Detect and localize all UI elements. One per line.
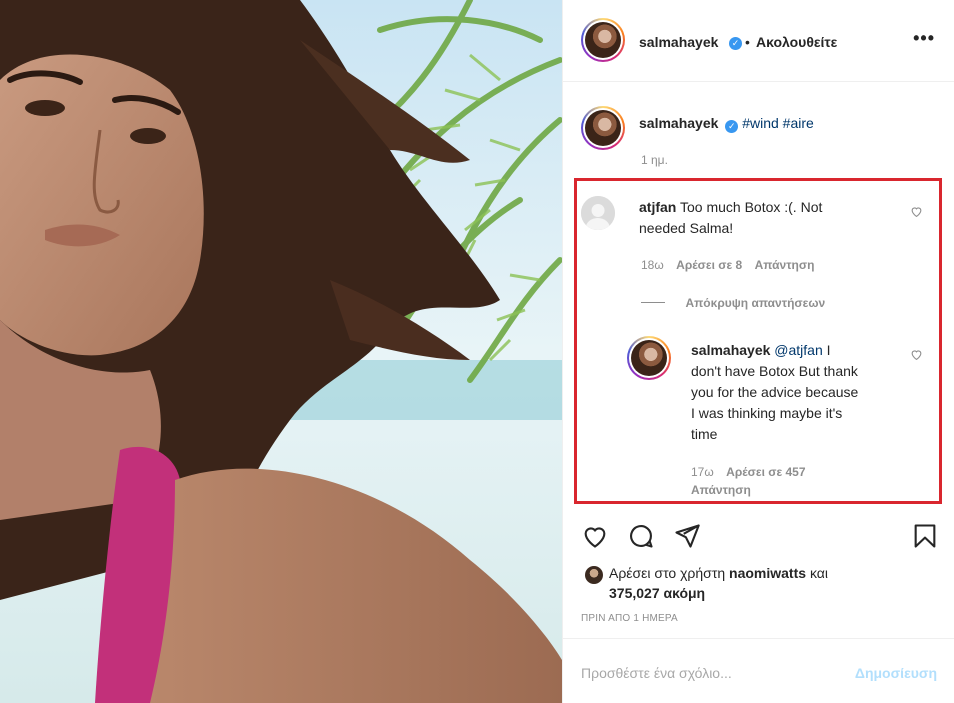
add-comment-bar: Προσθέστε ένα σχόλιο... Δημοσίευση: [563, 638, 954, 703]
liker-avatar[interactable]: [585, 566, 603, 584]
caption-avatar[interactable]: [581, 106, 625, 150]
separator-dot: •: [745, 34, 750, 50]
likes-prefix: Αρέσει στο χρήστη: [609, 565, 726, 581]
caption: salmahayek ✓ #wind #aire: [639, 115, 814, 133]
caption-username[interactable]: salmahayek: [639, 115, 718, 131]
author-username[interactable]: salmahayek: [639, 34, 718, 50]
post-comment-button[interactable]: Δημοσίευση: [855, 665, 937, 681]
likes-conjunction: και: [809, 565, 828, 581]
verified-badge-icon: ✓: [729, 37, 742, 50]
post-photo[interactable]: [0, 0, 562, 703]
caption-age[interactable]: 1 ημ.: [641, 153, 668, 167]
post-timestamp[interactable]: ΠΡΙΝ ΑΠΟ 1 ΗΜΕΡΑ: [581, 613, 678, 624]
share-icon[interactable]: [673, 522, 701, 550]
comment-input[interactable]: Προσθέστε ένα σχόλιο...: [581, 665, 732, 681]
post-header: salmahayek ✓ • Ακολουθείτε •••: [563, 0, 954, 82]
hashtag-wind[interactable]: #wind: [742, 115, 779, 131]
likes-summary: Αρέσει στο χρήστη naomiwatts και 375,027…: [609, 563, 828, 603]
likes-user[interactable]: naomiwatts: [729, 565, 806, 581]
bookmark-icon[interactable]: [911, 522, 939, 550]
comment-icon[interactable]: [627, 522, 655, 550]
selfie-illustration: [0, 0, 562, 703]
hashtag-aire[interactable]: #aire: [783, 115, 814, 131]
heart-icon[interactable]: [581, 522, 609, 550]
more-horizontal-icon[interactable]: •••: [913, 28, 935, 49]
author-avatar[interactable]: [581, 18, 625, 62]
following-button[interactable]: Ακολουθείτε: [756, 34, 837, 50]
highlight-box: [574, 178, 942, 504]
verified-badge-icon: ✓: [725, 120, 739, 133]
likes-count[interactable]: 375,027 ακόμη: [609, 585, 705, 601]
